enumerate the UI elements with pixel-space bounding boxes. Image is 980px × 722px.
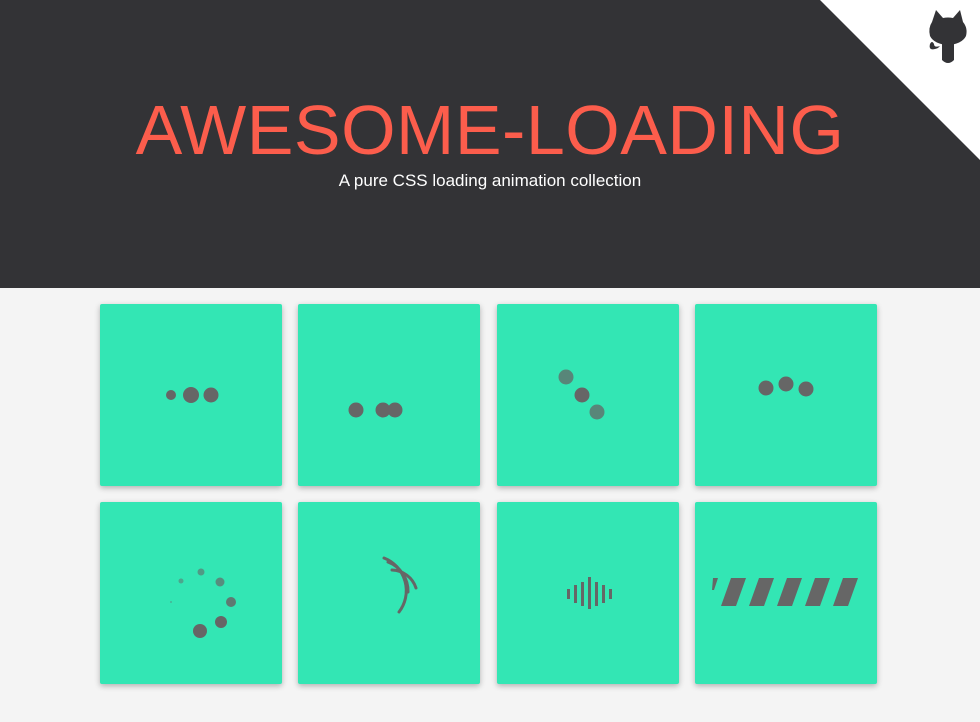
page-subtitle: A pure CSS loading animation collection xyxy=(338,171,642,190)
equalizer-bar xyxy=(581,582,584,606)
loader-card-4[interactable] xyxy=(695,304,877,486)
three-dots-growing-icon xyxy=(166,387,219,403)
loader-card-2[interactable] xyxy=(298,304,480,486)
progress-stripe xyxy=(749,578,774,606)
loader-card-3[interactable] xyxy=(497,304,679,486)
loader-card-1[interactable] xyxy=(100,304,282,486)
progress-stripe xyxy=(712,578,718,590)
equalizer-bar xyxy=(602,585,605,603)
equalizer-bar xyxy=(574,585,577,603)
equalizer-bars-icon xyxy=(567,577,612,609)
loader-dot xyxy=(197,568,205,576)
loader-dot xyxy=(178,578,184,584)
loader-dot xyxy=(226,597,236,607)
loader-dot xyxy=(203,387,219,403)
progress-stripe xyxy=(777,578,802,606)
striped-progress-bar-icon xyxy=(712,578,858,606)
loader-dot xyxy=(215,616,227,628)
progress-stripe xyxy=(721,578,746,606)
equalizer-bar xyxy=(609,589,612,599)
loader-dot xyxy=(183,387,199,403)
progress-stripe xyxy=(833,578,858,606)
equalizer-bar xyxy=(595,582,598,606)
progress-stripe xyxy=(805,578,830,606)
arc-spinner-icon xyxy=(382,556,418,614)
loader-dot xyxy=(558,369,574,385)
loader-card-7[interactable] xyxy=(497,502,679,684)
loader-dot xyxy=(574,387,590,403)
loader-dot xyxy=(348,402,364,418)
loader-dot xyxy=(778,376,794,392)
loader-dot xyxy=(193,624,207,638)
loader-dot xyxy=(170,601,172,603)
loader-dot xyxy=(758,380,774,396)
equalizer-bar xyxy=(588,577,591,609)
page-header: AWESOME-LOADING A pure CSS loading anima… xyxy=(0,0,980,288)
loader-dot xyxy=(798,381,814,397)
three-dots-merging-icon xyxy=(348,402,403,418)
dots-spinner-icon xyxy=(170,568,236,638)
github-corner-link[interactable] xyxy=(820,0,980,160)
loader-dot xyxy=(387,402,403,418)
three-dots-diagonal-icon xyxy=(558,369,605,420)
loader-dot xyxy=(589,404,605,420)
loader-card-8[interactable] xyxy=(695,502,877,684)
loader-card-5[interactable] xyxy=(100,502,282,684)
loader-dot xyxy=(215,577,225,587)
loader-dot xyxy=(166,390,176,400)
three-dots-bouncing-icon xyxy=(758,376,814,397)
equalizer-bar xyxy=(567,589,570,599)
loader-card-6[interactable] xyxy=(298,502,480,684)
